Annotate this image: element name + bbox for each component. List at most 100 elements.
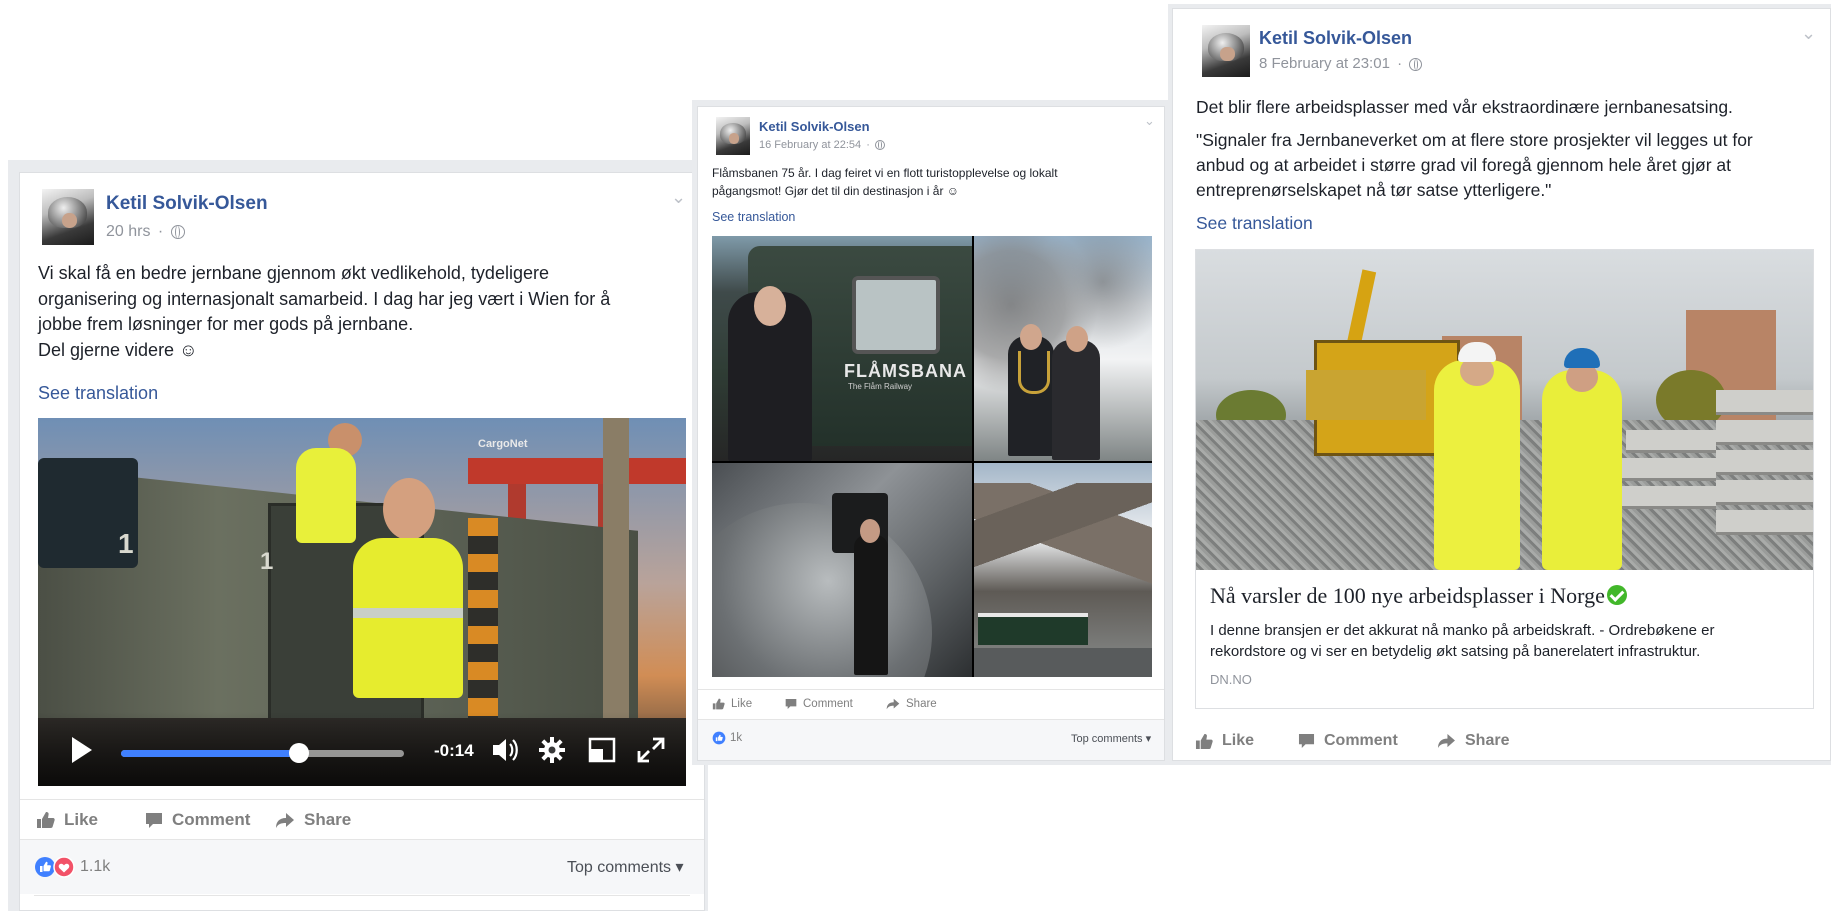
post-text: Det blir flere arbeidsplasser med vår ek… — [1196, 95, 1816, 203]
author-name[interactable]: Ketil Solvik-Olsen — [106, 193, 268, 215]
post-text-line: Det blir flere arbeidsplasser med vår ek… — [1196, 97, 1733, 117]
chevron-down-icon[interactable]: ⌄ — [671, 187, 686, 208]
link-preview-card[interactable]: Nå varsler de 100 nye arbeidsplasser i N… — [1195, 249, 1814, 709]
link-title-text: Nå varsler de 100 nye arbeidsplasser i N… — [1210, 583, 1605, 608]
like-reaction-icon — [712, 731, 726, 745]
share-label: Share — [906, 698, 937, 710]
see-translation-link[interactable]: See translation — [712, 210, 795, 224]
author-name[interactable]: Ketil Solvik-Olsen — [759, 119, 870, 134]
like-label: Like — [1222, 732, 1255, 749]
image-sleeper — [1621, 458, 1716, 481]
post-text-line: jobbe frem løsninger for mer gods på jer… — [38, 314, 414, 334]
comment-label: Comment — [803, 698, 853, 710]
video-crane — [468, 458, 686, 484]
photo-grid[interactable]: FLÅMSBANA The Flåm Railway — [712, 236, 1152, 677]
video-progress-bar[interactable] — [121, 743, 404, 763]
divider — [34, 895, 690, 896]
photo-ice-waterfall[interactable] — [974, 236, 1152, 461]
video-car-number: 1 — [118, 528, 134, 559]
author-name[interactable]: Ketil Solvik-Olsen — [1259, 28, 1412, 49]
share-label: Share — [304, 810, 352, 829]
timestamp-text: 20 hrs — [106, 223, 151, 240]
photo-ground — [974, 648, 1152, 677]
like-button[interactable]: Like — [1195, 732, 1254, 750]
image-sleeper — [1626, 430, 1716, 453]
post-text: Flåmsbanen 75 år. I dag feiret vi en flo… — [712, 165, 1157, 200]
photo-train-nose[interactable] — [712, 463, 972, 677]
reactions-count: 1.1k — [80, 858, 111, 875]
post-timestamp[interactable]: 8 February at 23:01 · — [1259, 55, 1423, 72]
video-progress-fill — [121, 750, 300, 757]
screenshot-collage: Ketil Solvik-Olsen 20 hrs · ⌄ Vi skal få… — [0, 0, 1831, 911]
comment-button[interactable]: Comment — [785, 698, 853, 710]
globe-icon — [1409, 57, 1423, 71]
comment-icon — [785, 698, 797, 710]
video-controls: -0:14 — [38, 712, 686, 786]
meta-dot: · — [866, 139, 870, 151]
author-avatar[interactable] — [716, 117, 750, 155]
post-quote-line: entreprenørselskapet nå tør satse ytterl… — [1196, 180, 1552, 200]
top-comments-dropdown[interactable]: Top comments ▾ — [567, 857, 684, 877]
comment-label: Comment — [1324, 732, 1398, 749]
see-translation-link[interactable]: See translation — [1196, 213, 1313, 234]
volume-icon[interactable] — [490, 736, 520, 769]
like-label: Like — [64, 810, 99, 829]
like-button[interactable]: Like — [36, 810, 98, 830]
link-preview-image — [1196, 250, 1813, 570]
image-worker-helmet — [1564, 348, 1600, 368]
video-person-head — [383, 478, 435, 540]
avatar-face — [728, 132, 740, 144]
timestamp-text: 16 February at 22:54 — [759, 139, 862, 151]
reactions-summary[interactable]: 1.1k — [34, 856, 110, 878]
comment-button[interactable]: Comment — [1298, 732, 1398, 750]
author-avatar[interactable] — [1202, 25, 1250, 77]
post-text-line: Del gjerne videre ☺ — [38, 339, 198, 360]
reactions-count: 1k — [730, 732, 743, 744]
verified-check-icon — [1606, 585, 1627, 605]
photo-mayor-chain — [1018, 351, 1050, 394]
chevron-down-icon[interactable]: ⌄ — [1801, 23, 1816, 44]
image-worker-vest — [1434, 360, 1520, 570]
photo-valley-train[interactable] — [974, 463, 1152, 677]
reactions-summary[interactable]: 1k — [712, 731, 742, 745]
timestamp-text: 8 February at 23:01 — [1259, 55, 1390, 72]
video-watermark: CargoNet — [478, 438, 528, 450]
post-actions: Like Comment Share — [1173, 719, 1830, 760]
miniplayer-icon[interactable] — [588, 736, 616, 769]
play-icon[interactable] — [72, 737, 92, 763]
fullscreen-icon[interactable] — [636, 736, 666, 769]
share-button[interactable]: Share — [275, 810, 351, 830]
like-label: Like — [731, 698, 753, 710]
photo-train-nose-shape — [712, 503, 932, 677]
thumbs-up-icon — [1195, 733, 1213, 750]
gear-icon[interactable] — [538, 736, 566, 769]
video-checker-pattern — [468, 518, 498, 718]
video-scrubber-handle[interactable] — [289, 743, 310, 763]
post-actions: Like Comment Share — [698, 689, 1164, 720]
photo-person-head — [1066, 326, 1088, 352]
comment-button[interactable]: Comment — [145, 810, 250, 830]
video-player[interactable]: CargoNet 1 1 -0:14 — [38, 418, 686, 786]
comment-icon — [145, 812, 163, 829]
post-timestamp[interactable]: 16 February at 22:54 · — [759, 139, 885, 151]
meta-dot: · — [157, 223, 164, 240]
post-timestamp[interactable]: 20 hrs · — [106, 223, 185, 241]
top-comments-dropdown[interactable]: Top comments ▾ — [1071, 732, 1151, 745]
link-description-line: rekordstore og vi ser en betydelig økt s… — [1210, 643, 1701, 660]
link-description: I denne bransjen er det akkurat nå manko… — [1210, 620, 1770, 662]
post-text-line: pågangsmot! Gjør det til din destinasjon… — [712, 183, 960, 198]
video-person-vest — [296, 448, 356, 543]
share-button[interactable]: Share — [1437, 732, 1509, 750]
like-button[interactable]: Like — [712, 698, 752, 710]
chevron-down-icon[interactable]: ⌄ — [1144, 113, 1155, 129]
link-title[interactable]: Nå varsler de 100 nye arbeidsplasser i N… — [1210, 583, 1627, 609]
photo-person-head — [1020, 324, 1042, 350]
post-2: Ketil Solvik-Olsen 16 February at 22:54 … — [697, 106, 1165, 761]
video-time-remaining: -0:14 — [434, 741, 474, 760]
photo-flamsbana-train[interactable]: FLÅMSBANA The Flåm Railway — [712, 236, 972, 461]
see-translation-link[interactable]: See translation — [38, 383, 158, 404]
share-button[interactable]: Share — [886, 698, 937, 710]
post-quote-line: "Signaler fra Jernbaneverket om at flere… — [1196, 130, 1753, 150]
author-avatar[interactable] — [42, 189, 94, 245]
